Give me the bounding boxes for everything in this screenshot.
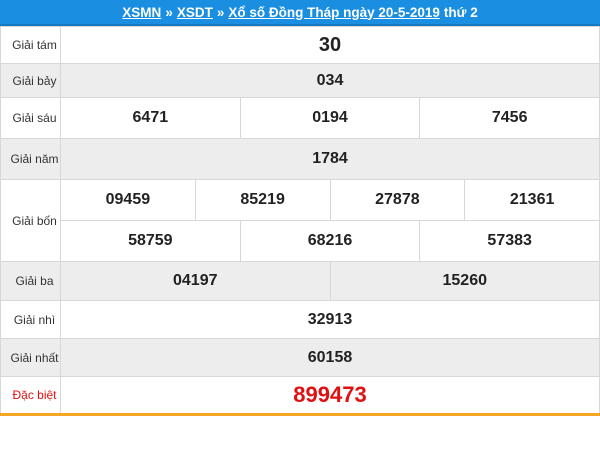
prize-label: Giải ba [0,261,61,301]
prize-value: 7456 [419,98,599,138]
prize-value: 04197 [173,272,218,289]
prize-label: Giải năm [0,138,61,180]
prize-value: 27878 [329,180,465,220]
prize-value: 0194 [239,98,420,138]
prize-value: 15260 [329,262,600,300]
special-prize-value: 899473 [60,376,600,416]
breadcrumb-xsmn-link[interactable]: XSMN [122,5,161,20]
prize-values-group: 6471 0194 7456 [60,97,600,139]
prize-value: 85219 [194,180,330,220]
prize-value: 68216 [239,221,420,261]
breadcrumb-separator: » [216,4,225,20]
page-header: XSMN » XSDT » Xổ số Đồng Tháp ngày 20-5-… [0,0,600,26]
prize-value: 1784 [60,138,600,180]
prize-label: Giải nhì [0,300,61,339]
prize-value: 6471 [132,109,169,126]
prize-row-ba: Giải ba 04197 15260 [0,261,600,301]
breadcrumb-xsdt-link[interactable]: XSDT [177,5,213,20]
prize-row-bay: Giải bảy 034 [0,63,600,98]
prize-label: Giải nhất [0,338,61,377]
prize-value: 58759 [128,232,173,249]
prize-value: 60158 [60,338,600,377]
weekday-label: thứ 2 [443,4,478,20]
prize-value: 034 [60,63,600,98]
special-prize-label: Đặc biệt [0,376,61,416]
prize-row-tam: Giải tám 30 [0,26,600,64]
prize-values-group: 09459 85219 27878 21361 58759 68216 5738… [60,179,600,262]
prize-value: 30 [60,26,600,64]
breadcrumb-title-link[interactable]: Xổ số Đồng Tháp ngày 20-5-2019 [228,5,440,20]
prize-label: Giải tám [0,26,61,64]
prize-label: Giải bốn [0,179,61,262]
prize-row-nhat: Giải nhất 60158 [0,338,600,377]
results-table: Giải tám 30 Giải bảy 034 Giải sáu 6471 0… [0,26,600,416]
prize-values-group: 04197 15260 [60,261,600,301]
prize-label: Giải bảy [0,63,61,98]
prize-row-sau: Giải sáu 6471 0194 7456 [0,97,600,139]
breadcrumb-separator: » [165,4,173,20]
prize-value: 21361 [464,180,599,220]
prize-label: Giải sáu [0,97,61,139]
prize-row-bon: Giải bốn 09459 85219 27878 21361 58759 6… [0,179,600,262]
prize-value: 57383 [419,221,599,261]
prize-row-dacbiet: Đặc biệt 899473 [0,376,600,416]
prize-value: 09459 [105,191,151,208]
prize-row-nhi: Giải nhì 32913 [0,300,600,339]
prize-row-nam: Giải năm 1784 [0,138,600,180]
prize-value: 32913 [60,300,600,339]
